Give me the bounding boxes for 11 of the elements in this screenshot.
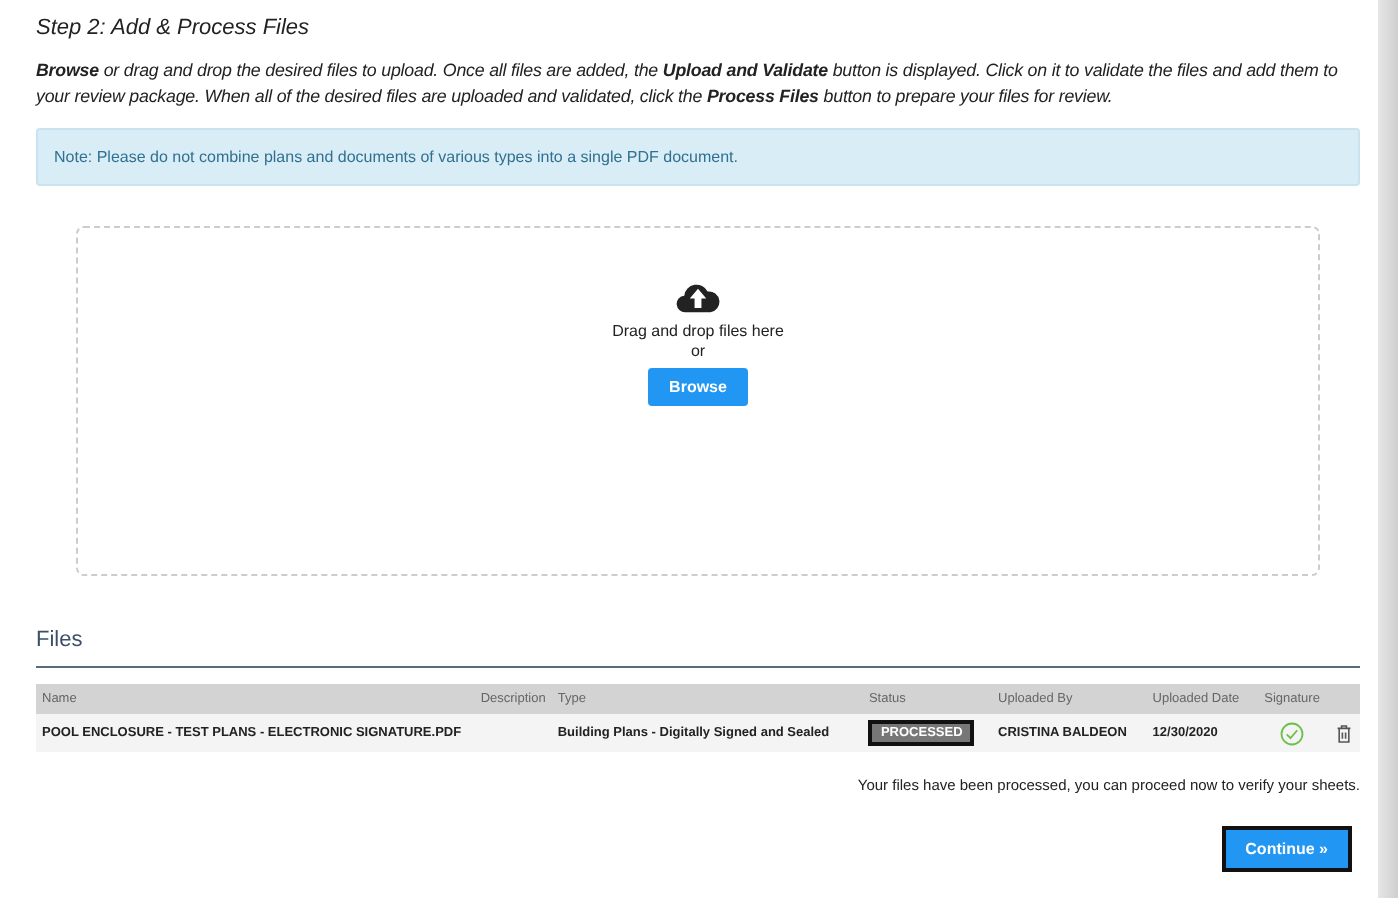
instructions-text: Browse or drag and drop the desired files to upload. Once all files are added, the Upload and Validate button is displayed. Click on it to validate the files and add them to your review package. When all of the desired files are uploaded and validated, click the Process Files button to prepare your files for review. [36,58,1340,110]
browse-button[interactable]: Browse [647,368,749,406]
drop-prompt: Drag and drop files here [612,322,784,340]
step-title: Step 2: Add & Process Files [36,16,312,40]
trash-icon[interactable] [1336,723,1353,743]
cloud-upload-icon [676,280,720,314]
section-heading: Files [36,628,1360,668]
drop-zone[interactable]: Drag and drop files here or Browse [76,226,1320,576]
note-alert: Note: Please do not combine plans and documents of various types into a single PDF document. [36,128,1360,186]
continue-button[interactable]: Continue » [1221,826,1352,872]
separator-text: or [690,342,706,360]
